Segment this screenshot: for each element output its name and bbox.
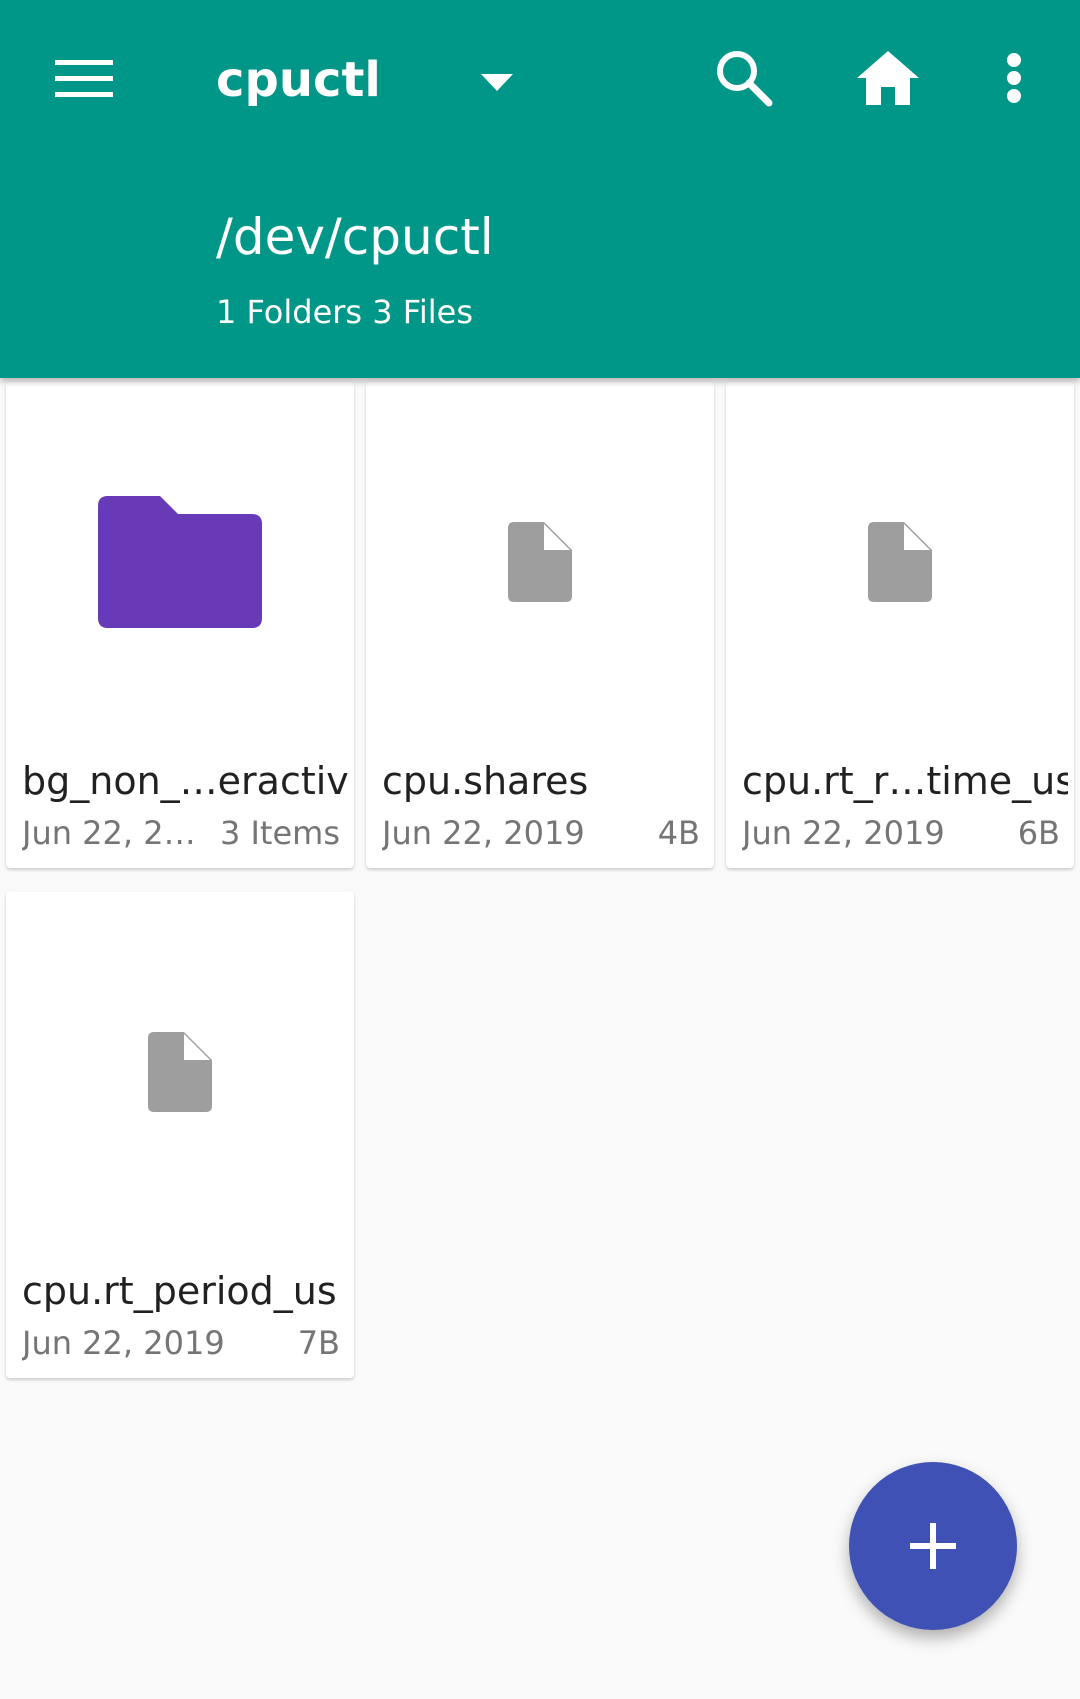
folder-card[interactable]: bg_non_…eractive Jun 22, 2… 3 Items (6, 382, 354, 868)
item-name: bg_non_…eractive (22, 759, 348, 803)
item-meta: Jun 22, 2… 3 Items (22, 812, 340, 854)
item-name: cpu.rt_r…time_us (742, 759, 1068, 803)
file-icon (508, 522, 572, 602)
item-date: Jun 22, 2019 (382, 814, 585, 852)
item-date: Jun 22, 2019 (742, 814, 945, 852)
item-counts: 1 Folders 3 Files (216, 293, 474, 331)
file-thumbnail (726, 382, 1074, 742)
file-thumbnail (366, 382, 714, 742)
item-meta: Jun 22, 2019 7B (22, 1322, 340, 1364)
search-button[interactable] (696, 30, 792, 126)
home-button[interactable] (840, 30, 936, 126)
app-bar: cpuctl /dev/cpuctl 1 Folders 3 Files (0, 0, 1080, 378)
folder-thumbnail (6, 382, 354, 742)
title-dropdown[interactable] (462, 38, 532, 128)
file-icon (148, 1032, 212, 1112)
item-meta: Jun 22, 2019 4B (382, 812, 700, 854)
home-icon (857, 51, 919, 105)
item-meta: Jun 22, 2019 6B (742, 812, 1060, 854)
add-button[interactable] (849, 1462, 1017, 1630)
search-icon (717, 51, 773, 107)
add-icon (910, 1523, 956, 1569)
file-icon (868, 522, 932, 602)
menu-button[interactable] (36, 30, 132, 126)
file-thumbnail (6, 892, 354, 1252)
menu-icon (55, 60, 113, 97)
file-card[interactable]: cpu.rt_period_us Jun 22, 2019 7B (6, 892, 354, 1378)
item-size: 4B (657, 814, 700, 852)
item-date: Jun 22, 2019 (22, 1324, 225, 1362)
file-card[interactable]: cpu.shares Jun 22, 2019 4B (366, 382, 714, 868)
item-size: 3 Items (219, 814, 340, 852)
arrow-drop-down-icon (481, 74, 513, 91)
more-vert-icon (1007, 53, 1021, 103)
more-options-button[interactable] (966, 30, 1062, 126)
item-size: 7B (297, 1324, 340, 1362)
item-name: cpu.rt_period_us (22, 1269, 337, 1313)
item-name: cpu.shares (382, 759, 589, 803)
item-date: Jun 22, 2… (22, 814, 196, 852)
toolbar-title[interactable]: cpuctl (216, 48, 381, 112)
folder-icon (98, 496, 262, 628)
item-size: 6B (1017, 814, 1060, 852)
current-path: /dev/cpuctl (216, 208, 494, 266)
file-card[interactable]: cpu.rt_r…time_us Jun 22, 2019 6B (726, 382, 1074, 868)
